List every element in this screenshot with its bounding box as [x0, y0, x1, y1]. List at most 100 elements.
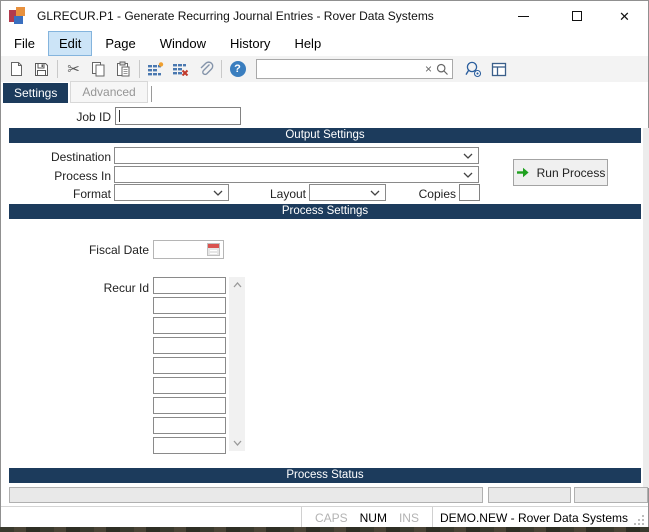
- cut-icon: ✂: [67, 60, 80, 78]
- maximize-icon: [571, 11, 582, 21]
- statusbar-divider: [300, 507, 302, 528]
- copy-button[interactable]: [86, 58, 111, 80]
- paperclip-icon: [200, 61, 213, 76]
- recur-id-input[interactable]: [153, 277, 226, 294]
- process-status-field: [9, 487, 483, 503]
- tab-strip: Settings Advanced: [3, 81, 152, 103]
- help-button[interactable]: ?: [225, 58, 250, 80]
- recur-id-input[interactable]: [153, 297, 226, 314]
- right-gutter: [643, 128, 649, 488]
- process-status-header: Process Status: [9, 468, 641, 483]
- tab-settings[interactable]: Settings: [3, 83, 69, 103]
- lookup-button[interactable]: [461, 58, 486, 80]
- status-bar: CAPS NUM INS DEMO.NEW - Rover Data Syste…: [1, 506, 648, 528]
- output-settings-header: Output Settings: [9, 128, 641, 143]
- maximize-button[interactable]: [554, 1, 599, 31]
- fiscal-date-input[interactable]: [153, 240, 224, 259]
- chevron-down-icon: [463, 153, 478, 159]
- run-arrow-icon: [516, 167, 529, 178]
- layout-panels-icon: [491, 62, 506, 76]
- attachment-button[interactable]: [193, 58, 218, 80]
- insert-row-icon: [148, 62, 164, 76]
- format-select[interactable]: [114, 184, 229, 201]
- search-icon[interactable]: [436, 63, 449, 76]
- toolbar-search: ×: [256, 59, 453, 79]
- chevron-down-icon: [463, 172, 478, 178]
- search-input[interactable]: [260, 62, 421, 76]
- toolbar-separator: [139, 60, 140, 78]
- ins-indicator: INS: [398, 510, 419, 525]
- save-button[interactable]: [29, 58, 54, 80]
- app-window: GLRECUR.P1 - Generate Recurring Journal …: [0, 0, 649, 528]
- recur-scrollbar[interactable]: [229, 277, 245, 451]
- menu-item-history[interactable]: History: [219, 31, 281, 56]
- text-caret: [119, 110, 120, 122]
- job-id-label: Job ID: [76, 110, 111, 124]
- delete-row-button[interactable]: [168, 58, 193, 80]
- recur-id-input[interactable]: [153, 397, 226, 414]
- run-process-label: Run Process: [536, 165, 606, 180]
- calendar-icon[interactable]: [207, 243, 220, 256]
- layout-select[interactable]: [309, 184, 386, 201]
- num-indicator: NUM: [359, 510, 387, 525]
- copies-input[interactable]: [459, 184, 480, 201]
- process-in-select[interactable]: [114, 166, 479, 183]
- process-status-fields: [1, 487, 649, 504]
- close-icon: ✕: [619, 8, 630, 24]
- recur-id-input[interactable]: [153, 357, 226, 374]
- toolbar-separator: [221, 60, 222, 78]
- resize-grip-icon: [634, 514, 644, 525]
- paste-button[interactable]: [111, 58, 136, 80]
- menu-item-help[interactable]: Help: [283, 31, 332, 56]
- new-document-icon: [11, 62, 22, 76]
- tab-divider: [150, 86, 152, 102]
- recur-id-input[interactable]: [153, 317, 226, 334]
- layout-button[interactable]: [486, 58, 511, 80]
- delete-row-icon: [173, 64, 189, 76]
- scroll-down-icon[interactable]: [229, 435, 245, 451]
- menu-bar: File Edit Page Window History Help: [1, 31, 648, 56]
- caps-indicator: CAPS: [314, 510, 348, 525]
- recur-id-input[interactable]: [153, 417, 226, 434]
- cut-button[interactable]: ✂: [61, 58, 86, 80]
- insert-row-button[interactable]: [143, 58, 168, 80]
- toolbar-separator: [57, 60, 58, 78]
- chevron-down-icon: [213, 190, 228, 196]
- menu-item-page[interactable]: Page: [94, 31, 146, 56]
- title-bar: GLRECUR.P1 - Generate Recurring Journal …: [1, 1, 648, 31]
- job-id-input[interactable]: [115, 107, 241, 125]
- search-clear-icon[interactable]: ×: [421, 63, 436, 75]
- process-in-label: Process In: [54, 169, 111, 183]
- app-icon[interactable]: [9, 6, 28, 26]
- menu-item-file[interactable]: File: [3, 31, 46, 56]
- recur-id-input[interactable]: [153, 337, 226, 354]
- statusbar-divider: [431, 507, 433, 528]
- recur-id-input[interactable]: [153, 377, 226, 394]
- window-title: GLRECUR.P1 - Generate Recurring Journal …: [37, 9, 434, 23]
- process-status-field: [574, 487, 648, 503]
- scroll-up-icon[interactable]: [229, 277, 245, 293]
- destination-select[interactable]: [114, 147, 479, 164]
- resize-grip[interactable]: [634, 511, 646, 525]
- paste-icon: [117, 61, 130, 77]
- toolbar: ✂ ? ×: [1, 56, 648, 82]
- lookup-eye-icon: [464, 61, 481, 77]
- recur-id-label: Recur Id: [103, 281, 149, 295]
- run-process-button[interactable]: Run Process: [513, 159, 608, 186]
- session-info: DEMO.NEW - Rover Data Systems: [439, 510, 628, 525]
- minimize-icon: [518, 15, 529, 17]
- recur-id-list: [153, 277, 226, 457]
- copies-label: Copies: [418, 187, 456, 201]
- fiscal-date-label: Fiscal Date: [88, 243, 149, 257]
- minimize-button[interactable]: [501, 1, 546, 31]
- menu-item-edit[interactable]: Edit: [47, 31, 93, 56]
- format-label: Format: [72, 187, 111, 201]
- help-icon: ?: [229, 61, 246, 77]
- process-status-field: [488, 487, 571, 503]
- close-button[interactable]: ✕: [602, 1, 647, 31]
- menu-item-window[interactable]: Window: [149, 31, 217, 56]
- tab-advanced[interactable]: Advanced: [70, 81, 148, 103]
- new-document-button[interactable]: [4, 58, 29, 80]
- destination-label: Destination: [50, 150, 111, 164]
- recur-id-input[interactable]: [153, 437, 226, 454]
